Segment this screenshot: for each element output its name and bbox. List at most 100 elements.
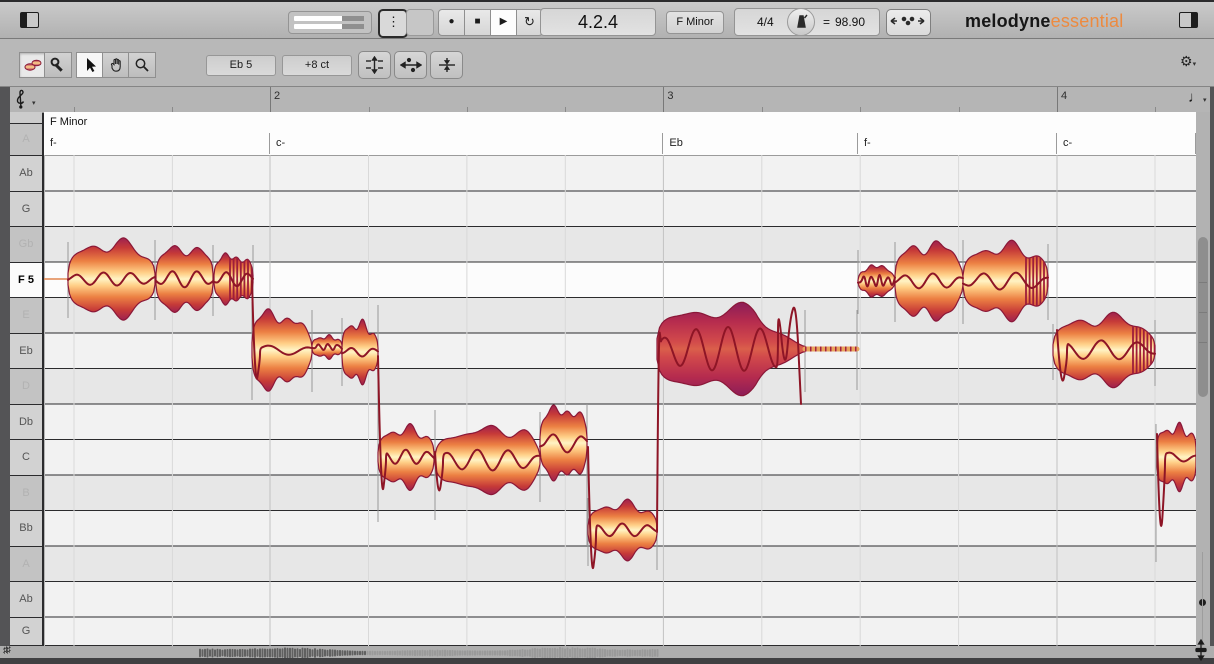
pitch-row-background — [44, 617, 1196, 645]
metronome-icon[interactable] — [787, 8, 815, 36]
pitch-ruler-cell[interactable]: F 5 — [10, 262, 42, 297]
bar-number: 4 — [1061, 90, 1068, 102]
level-meter-right — [294, 24, 364, 29]
vertical-zoom-widget[interactable] — [1192, 638, 1210, 664]
volume-fader-button[interactable]: ⋮ — [378, 9, 408, 38]
pitch-ruler-cell[interactable]: B — [10, 475, 42, 510]
correct-pitch-macro-button[interactable] — [358, 51, 391, 79]
app-logo: melodyneessential — [965, 11, 1123, 32]
transport-controls: ● ■ ▶ ↻ — [438, 9, 543, 36]
chord-label: c- — [276, 137, 286, 149]
overview-scrollbar[interactable] — [0, 646, 1214, 660]
chord-cell[interactable]: Eb — [663, 133, 858, 154]
pitch-ruler-header — [10, 112, 42, 123]
pitch-row-background — [44, 156, 1196, 191]
window-frame-left — [0, 87, 10, 646]
quantize-time-macro-button[interactable] — [394, 51, 427, 79]
chord-label: f- — [864, 137, 871, 149]
pitch-cents-field[interactable]: +8 ct — [282, 55, 352, 76]
zoom-tool-button[interactable] — [128, 52, 156, 78]
blob-tool-icon — [24, 59, 42, 71]
key-track[interactable]: F Minor — [44, 112, 1196, 134]
pitch-ruler-cell[interactable]: A — [10, 124, 42, 155]
tempo-display[interactable]: 4/4 = 98.90 — [734, 8, 880, 36]
leveling-macro-icon — [438, 58, 455, 72]
pitch-row-background — [44, 475, 1196, 510]
cycle-button[interactable]: ↻ — [516, 9, 543, 36]
chord-label: c- — [1063, 137, 1073, 149]
pitch-ruler-cell[interactable]: Gb — [10, 227, 42, 262]
right-panel-toggle-icon[interactable] — [1179, 12, 1198, 28]
pitch-snap-icon[interactable]: ♯♯ — [3, 645, 11, 656]
pitch-ruler-cell[interactable]: G — [10, 191, 42, 226]
arrow-tool-button[interactable] — [76, 52, 104, 78]
chord-cell[interactable]: c- — [270, 133, 664, 154]
pitch-row-background — [44, 440, 1196, 475]
pitch-row-background — [44, 404, 1196, 439]
auto-scroll-button[interactable] — [886, 9, 931, 36]
chord-cell[interactable]: f- — [858, 133, 1057, 154]
hand-tool-button[interactable] — [102, 52, 130, 78]
title-bar: ⋮ ● ■ ▶ ↻ 4.2.4 F Minor 4/4 = 98.90 melo… — [0, 2, 1214, 39]
pitch-ruler-cell[interactable]: Ab — [10, 582, 42, 617]
note-blob[interactable] — [155, 244, 214, 314]
meter-blank-segment — [406, 9, 434, 36]
tempo-value[interactable]: 98.90 — [835, 15, 865, 29]
melodyne-window: ⋮ ● ■ ▶ ↻ 4.2.4 F Minor 4/4 = 98.90 melo… — [0, 0, 1214, 664]
main-tool-button[interactable] — [19, 52, 47, 78]
pitch-ruler-cell[interactable]: A — [10, 546, 42, 581]
note-blob[interactable] — [894, 240, 964, 322]
level-meter — [288, 11, 372, 34]
note-blob[interactable] — [539, 404, 588, 482]
chord-cell[interactable]: c- — [1057, 133, 1196, 154]
left-panel-toggle-icon[interactable] — [20, 12, 39, 28]
note-editor-canvas[interactable] — [44, 155, 1196, 646]
hand-icon — [110, 57, 121, 72]
equals-sign: = — [823, 15, 831, 29]
tool-bar: Eb 5 +8 ct ⚙▾ — [0, 39, 1214, 87]
window-frame-right — [1210, 87, 1214, 658]
leveling-macro-button[interactable] — [430, 51, 463, 79]
time-macro-icon — [399, 57, 422, 73]
play-button[interactable]: ▶ — [490, 9, 517, 36]
pitch-ruler-cell[interactable]: C — [10, 440, 42, 475]
time-ruler[interactable]: 2 3 4 — [10, 87, 1210, 113]
chord-label: f- — [50, 137, 57, 149]
key-button[interactable]: F Minor — [666, 11, 724, 34]
arrow-cursor-icon — [87, 58, 96, 72]
logo-melodyne: melodyne — [965, 11, 1051, 31]
edit-tool-button[interactable] — [44, 52, 72, 78]
pitch-ruler-cell[interactable]: D — [10, 369, 42, 404]
pitch-row-background — [44, 191, 1196, 226]
time-grid-icon[interactable]: ♩▾ — [1188, 89, 1207, 106]
settings-gear-button[interactable]: ⚙▾ — [1180, 53, 1196, 70]
pitch-ruler-cell[interactable]: Eb — [10, 333, 42, 368]
magnifier-icon — [135, 58, 149, 72]
song-position-display[interactable]: 4.2.4 — [540, 8, 656, 36]
chord-track[interactable]: f-c- Eb f-c- — [44, 133, 1196, 156]
pitch-ruler-cell[interactable]: Bb — [10, 511, 42, 546]
bar-number: 3 — [667, 90, 674, 102]
time-signature[interactable]: 4/4 — [757, 15, 774, 29]
vertical-scrollbar[interactable] — [1196, 112, 1210, 664]
pitch-ruler-cell[interactable]: Ab — [10, 156, 42, 191]
clef-selector[interactable]: ▾ — [10, 87, 44, 112]
bar-line-tick — [663, 87, 665, 112]
chord-label: Eb — [669, 137, 683, 149]
chord-cell[interactable]: f- — [44, 133, 270, 154]
stop-button[interactable]: ■ — [464, 9, 491, 36]
pitch-ruler-cell[interactable]: G — [10, 617, 42, 645]
pitch-row-background — [44, 369, 1196, 404]
pitch-ruler-cell[interactable]: E — [10, 298, 42, 333]
record-button[interactable]: ● — [438, 9, 465, 36]
key-track-label: F Minor — [50, 116, 88, 128]
window-frame-bottom — [0, 658, 1214, 664]
note-pitch-field[interactable]: Eb 5 — [206, 55, 276, 76]
vertical-scrollbar-thumb[interactable] — [1198, 237, 1208, 397]
wrench-icon — [50, 57, 63, 72]
pitch-macro-icon — [366, 56, 383, 74]
bar-number: 2 — [274, 90, 281, 102]
logo-essential: essential — [1050, 11, 1124, 31]
pitch-row-background — [44, 333, 1196, 368]
pitch-ruler-cell[interactable]: Db — [10, 404, 42, 439]
